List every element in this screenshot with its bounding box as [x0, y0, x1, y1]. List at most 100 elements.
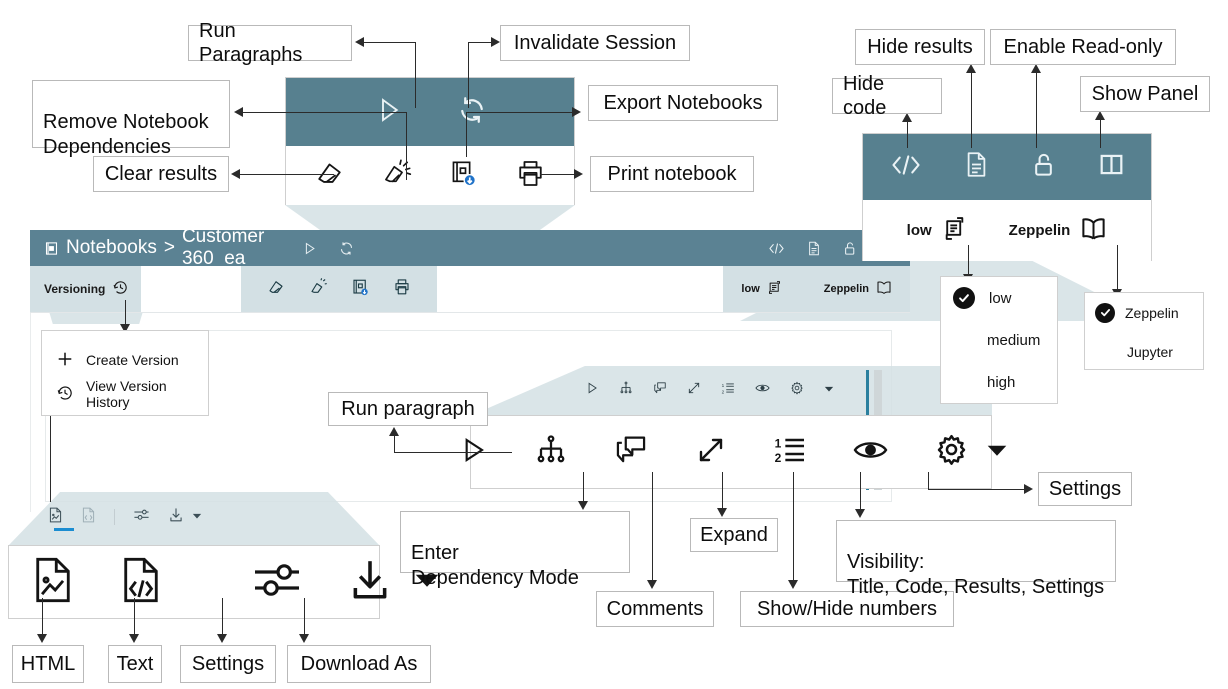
- breadcrumb-root[interactable]: Notebooks: [66, 237, 157, 259]
- download-as-icon[interactable]: [347, 557, 393, 608]
- book-icon: [1080, 216, 1107, 245]
- label-text: Download As: [300, 652, 418, 675]
- menu-item-high[interactable]: high: [941, 361, 1057, 403]
- clear-results-icon[interactable]: [315, 159, 344, 193]
- label-comments: Comments: [596, 591, 714, 627]
- label-text: Settings: [1048, 477, 1122, 500]
- leader-hide-code-v: [907, 122, 909, 148]
- settings-gear-icon[interactable]: [935, 433, 968, 471]
- enlarged-white-row: [286, 146, 574, 205]
- label-html: HTML: [12, 645, 84, 683]
- remove-dependencies-icon[interactable]: [309, 277, 328, 301]
- arrow-download: [299, 634, 309, 643]
- dependency-mode-icon[interactable]: [535, 434, 567, 471]
- label-enable-read-only: Enable Read-only: [990, 29, 1176, 65]
- enable-read-only-icon[interactable]: [1031, 151, 1056, 183]
- export-notebooks-icon[interactable]: [449, 159, 478, 193]
- menu-item-medium[interactable]: medium: [941, 319, 1057, 361]
- svg-text:1: 1: [722, 382, 725, 387]
- menu-item-label: medium: [987, 331, 1041, 349]
- text-view-icon[interactable]: [81, 507, 96, 528]
- svg-text:2: 2: [774, 451, 781, 465]
- run-paragraph-icon[interactable]: [585, 381, 599, 400]
- leader-invalidate-v: [468, 42, 470, 108]
- menu-item-create-version[interactable]: Create Version: [56, 343, 208, 377]
- label-text: Enable Read-only: [1003, 35, 1163, 58]
- label-text: Remove Notebook Dependencies: [43, 111, 209, 158]
- leader-settings-h: [928, 489, 1024, 491]
- menu-item-low[interactable]: low: [941, 277, 1057, 319]
- menu-item-view-version-history[interactable]: View Version History: [56, 377, 208, 411]
- notebook-action-toolbar: [241, 266, 438, 312]
- invalidate-session-icon[interactable]: [339, 241, 354, 256]
- enlarged-result-tabbar: [8, 545, 439, 619]
- enable-read-only-icon[interactable]: [843, 241, 857, 256]
- expand-icon[interactable]: [695, 434, 727, 471]
- label-text: Run Paragraphs: [199, 19, 303, 66]
- check-icon: [953, 287, 975, 309]
- html-view-icon[interactable]: [31, 556, 75, 609]
- label-text: Visibility: Title, Code, Results, Settin…: [847, 551, 1105, 598]
- menu-item-jupyter[interactable]: Jupyter: [1085, 332, 1203, 371]
- arrow-invalidate-session: [491, 37, 500, 47]
- comments-icon[interactable]: [653, 381, 667, 400]
- leader-expand-v: [722, 472, 724, 510]
- settings-chevron-down-icon[interactable]: [824, 381, 834, 399]
- clear-results-icon[interactable]: [267, 278, 285, 301]
- download-chevron-down-icon[interactable]: [192, 508, 202, 526]
- settings-sliders-icon[interactable]: [251, 558, 303, 607]
- visibility-icon[interactable]: [853, 435, 888, 470]
- show-hide-numbers-icon[interactable]: 1 2: [721, 381, 735, 400]
- leader-download-v: [304, 598, 306, 636]
- print-notebook-icon[interactable]: [516, 159, 545, 193]
- settings-gear-icon[interactable]: [790, 381, 804, 400]
- label-run-paragraph: Run paragraph: [328, 392, 488, 426]
- interpreter-binding-button[interactable]: low: [741, 280, 781, 298]
- show-panel-icon[interactable]: [1098, 151, 1125, 183]
- hide-code-icon[interactable]: [768, 241, 785, 256]
- settings-chevron-down-icon[interactable]: [987, 441, 1007, 464]
- enlarged-notebook-toolbar: [285, 77, 575, 205]
- menu-item-label: high: [987, 373, 1016, 391]
- hide-results-icon[interactable]: [964, 151, 989, 183]
- show-hide-numbers-icon[interactable]: 1 2: [774, 434, 806, 471]
- label-settings-tab: Settings: [180, 645, 276, 683]
- hide-code-icon[interactable]: [890, 152, 922, 183]
- label-text: Show Panel: [1091, 82, 1199, 105]
- leader-settings-v: [928, 472, 930, 490]
- label-text: Comments: [606, 597, 704, 620]
- interpreter-value: low: [906, 222, 932, 239]
- label-text: Settings: [191, 652, 265, 675]
- label-text: Run paragraph: [341, 397, 475, 420]
- versioning-label: Versioning: [44, 282, 106, 296]
- text-view-icon[interactable]: [119, 556, 163, 609]
- arrow-visibility: [855, 509, 865, 518]
- notebook-format-value: Zeppelin: [823, 283, 869, 295]
- label-enter-dependency-mode: Enter Dependency Mode: [400, 511, 630, 589]
- label-clear-results: Clear results: [93, 156, 229, 192]
- expand-icon[interactable]: [687, 381, 701, 400]
- print-notebook-icon[interactable]: [393, 278, 411, 301]
- run-paragraphs-icon[interactable]: [302, 241, 317, 256]
- notebook-sub-toolbar: Versioning low Zeppelin: [30, 266, 910, 313]
- notebook-format-button[interactable]: Zeppelin: [1009, 216, 1108, 245]
- leader-remove-deps-h: [243, 112, 407, 114]
- arrow-show-panel: [1095, 111, 1105, 120]
- dependency-mode-icon[interactable]: [619, 381, 633, 400]
- paragraph-toolbar-small: 1 2: [585, 376, 855, 404]
- settings-sliders-icon[interactable]: [133, 507, 150, 527]
- visibility-icon[interactable]: [755, 381, 770, 400]
- interpreter-binding-button[interactable]: low: [907, 216, 967, 245]
- html-view-icon[interactable]: [48, 507, 63, 528]
- comments-icon[interactable]: [614, 434, 648, 471]
- notebook-format-button[interactable]: Zeppelin: [824, 280, 892, 298]
- export-notebooks-icon[interactable]: [351, 278, 369, 301]
- leader-remove-deps-v: [406, 155, 408, 180]
- download-as-icon[interactable]: [168, 507, 184, 528]
- hide-results-icon[interactable]: [807, 241, 821, 256]
- menu-item-label: View Version History: [86, 378, 167, 410]
- leader-visibility-v: [860, 472, 862, 510]
- label-text: HTML: [20, 652, 76, 675]
- menu-item-zeppelin[interactable]: Zeppelin: [1085, 293, 1203, 332]
- book-icon: [876, 280, 892, 298]
